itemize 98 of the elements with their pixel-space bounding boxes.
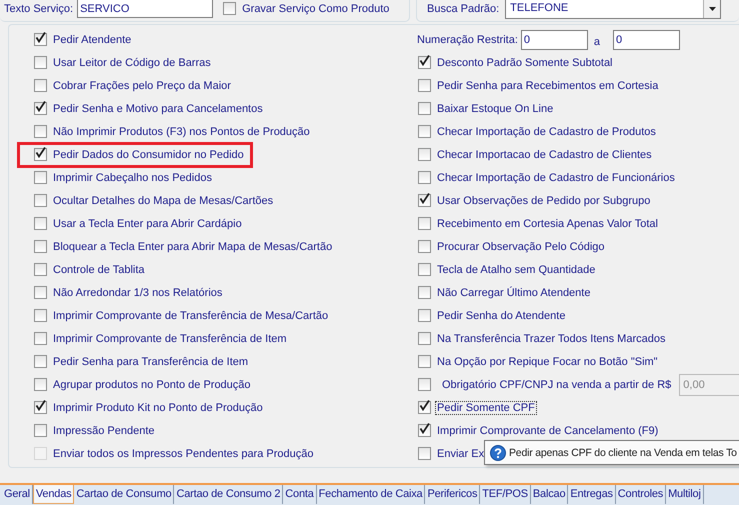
checkbox[interactable] <box>34 194 47 207</box>
checkbox[interactable] <box>418 401 431 414</box>
option-label: Imprimir Cabeçalho nos Pedidos <box>52 170 213 184</box>
checkbox[interactable] <box>418 240 431 253</box>
option-label: Imprimir Produto Kit no Ponto de Produção <box>52 400 264 414</box>
checkbox[interactable] <box>34 424 47 437</box>
tab[interactable]: Conta <box>283 485 317 504</box>
checkbox[interactable] <box>418 148 431 161</box>
search-dropdown[interactable]: TELEFONE <box>505 0 722 18</box>
checkbox[interactable] <box>34 171 47 184</box>
option-label: Pedir Atendente <box>52 32 132 46</box>
option-label: Bloquear a Tecla Enter para Abrir Mapa de Mesas/Cartão <box>52 240 334 254</box>
option-label: Pedir Senha para Recebimentos em Cortesia <box>436 78 660 92</box>
tab[interactable]: TEF/POS <box>480 485 531 504</box>
option-label: Gravar Serviço Como Produto <box>241 2 390 16</box>
tab[interactable]: Vendas <box>32 485 74 504</box>
checkbox[interactable] <box>34 286 47 299</box>
tab[interactable]: Multiloj <box>666 485 704 504</box>
help-icon <box>490 444 506 460</box>
option-label: Baixar Estoque On Line <box>436 102 554 116</box>
checkbox[interactable] <box>34 217 47 230</box>
checkbox[interactable] <box>34 148 47 161</box>
checkbox[interactable] <box>34 125 47 138</box>
field-label: Numeração Restrita: <box>417 34 518 46</box>
option-label: Impressão Pendente <box>52 424 156 438</box>
checkbox[interactable] <box>34 332 47 345</box>
option-label: Pedir Senha do Atendente <box>436 308 566 322</box>
checkbox[interactable] <box>34 309 47 322</box>
option-label: Imprimir Comprovante de Cancelamento (F9) <box>436 424 660 438</box>
checkbox[interactable] <box>34 378 47 391</box>
option-label: Recebimento em Cortesia Apenas Valor Total <box>436 216 659 230</box>
tab[interactable]: Cartao de Consumo 2 <box>174 485 284 504</box>
checkbox[interactable] <box>34 263 47 276</box>
field-label: Busca Padrão: <box>427 2 500 14</box>
checkbox[interactable] <box>223 2 236 15</box>
checkbox[interactable] <box>418 102 431 115</box>
checkbox[interactable] <box>418 355 431 368</box>
checkbox[interactable] <box>418 125 431 138</box>
number-from-field[interactable]: 0 <box>520 30 588 50</box>
search-value: TELEFONE <box>509 0 570 16</box>
tab[interactable]: Perifericos <box>425 485 480 504</box>
option-label: Pedir Senha e Motivo para Cancelamentos <box>52 102 264 116</box>
checkbox[interactable] <box>34 33 47 46</box>
option-label: Usar a Tecla Enter para Abrir Cardápio <box>52 216 243 230</box>
checkbox[interactable] <box>418 286 431 299</box>
tooltip-text: Pedir apenas CPF do cliente na Venda em telas To <box>509 446 737 458</box>
option-label: Checar Importação de Cadastro de Produtos <box>436 124 657 138</box>
checkbox[interactable] <box>418 79 431 92</box>
checkbox[interactable] <box>418 171 431 184</box>
checkbox[interactable] <box>418 332 431 345</box>
option-label: Cobrar Frações pelo Preço da Maior <box>52 78 232 92</box>
checkbox[interactable] <box>418 447 431 460</box>
checkbox[interactable] <box>418 263 431 276</box>
option-label: Desconto Padrão Somente Subtotal <box>436 56 614 70</box>
option-label: Checar Importação de Cadastro de Funcionários <box>436 170 676 184</box>
option-label: Não Arredondar 1/3 nos Relatórios <box>52 286 224 300</box>
checkbox[interactable] <box>34 401 47 414</box>
option-label: Pedir Senha para Transferência de Item <box>52 354 250 368</box>
checkbox[interactable] <box>34 240 47 253</box>
option-label: Usar Leitor de Código de Barras <box>52 56 212 70</box>
option-label: Obrigatório CPF/CNPJ na venda a partir de R$ <box>441 378 672 392</box>
checkbox[interactable] <box>34 355 47 368</box>
option-label: Enviar todos os Impressos Pendentes para Produção <box>52 446 314 460</box>
checkbox[interactable] <box>34 102 47 115</box>
checkbox[interactable] <box>34 79 47 92</box>
option-label: Pedir Somente CPF <box>435 400 537 414</box>
option-label: Controle de Tablita <box>52 262 146 276</box>
option-label: Pedir Dados do Consumidor no Pedido <box>52 148 245 162</box>
checkbox[interactable] <box>418 217 431 230</box>
option-label: Enviar Ex <box>436 446 486 460</box>
checkbox[interactable] <box>418 424 431 437</box>
checkbox[interactable] <box>418 56 431 69</box>
checkbox[interactable] <box>34 56 47 69</box>
tab[interactable]: Fechamento de Caixa <box>316 485 426 504</box>
option-label: Tecla de Atalho sem Quantidade <box>436 262 596 276</box>
tab[interactable]: Controles <box>616 485 666 504</box>
field-label: Texto Serviço: <box>4 2 74 14</box>
tab[interactable]: Balcao <box>530 485 568 504</box>
service-text-field[interactable]: SERVICO <box>77 0 214 18</box>
option-label: Usar Observações de Pedido por Subgrupo <box>436 194 652 208</box>
option-label: Imprimir Comprovante de Transferência de Mesa/Cartão <box>52 308 330 322</box>
option-label: Imprimir Comprovante de Transferência de Item <box>52 332 288 346</box>
option-label: Não Imprimir Produtos (F3) nos Pontos de Produção <box>52 124 311 138</box>
number-to-field[interactable]: 0 <box>613 30 680 50</box>
option-label: Procurar Observação Pelo Código <box>436 240 606 254</box>
option-label: Na Opção por Repique Focar no Botão "Sim" <box>436 354 659 368</box>
checkbox[interactable] <box>418 194 431 207</box>
tab[interactable]: Entregas <box>568 485 616 504</box>
option-label: Não Carregar Último Atendente <box>436 286 592 300</box>
dropdown-arrow-icon <box>708 6 716 10</box>
option-label: Agrupar produtos no Ponto de Produção <box>52 378 252 392</box>
checkbox[interactable] <box>418 309 431 322</box>
option-label: Checar Importacao de Cadastro de Clientes <box>436 148 653 162</box>
option-label: Ocultar Detalhes do Mapa de Mesas/Cartões <box>52 194 274 208</box>
option-label: Na Transferência Trazer Todos Itens Marcados <box>436 332 666 346</box>
separator-label: a <box>594 34 600 48</box>
checkbox[interactable] <box>418 378 431 391</box>
tab[interactable]: Cartao de Consumo <box>74 485 174 504</box>
